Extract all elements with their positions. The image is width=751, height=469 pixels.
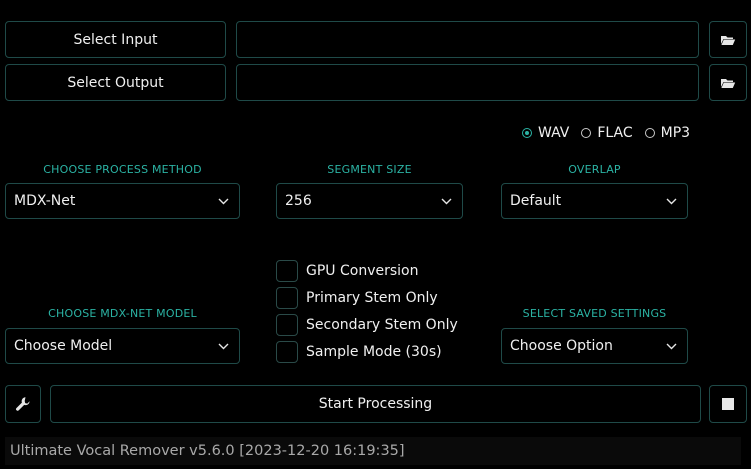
output-format-group: WAV FLAC MP3 [522, 125, 690, 141]
saved-settings-label: SELECT SAVED SETTINGS [522, 307, 667, 320]
chevron-down-icon [217, 340, 229, 352]
secondary-stem-only-checkbox[interactable]: Secondary Stem Only [276, 314, 458, 336]
browse-output-button[interactable] [709, 64, 747, 101]
format-flac-label: FLAC [597, 125, 633, 141]
input-path-field[interactable] [236, 21, 699, 58]
overlap-value: Default [510, 193, 562, 209]
primary-stem-only-checkbox[interactable]: Primary Stem Only [276, 287, 438, 309]
sample-mode-label: Sample Mode (30s) [306, 344, 442, 360]
status-bar: Ultimate Vocal Remover v5.6.0 [2023-12-2… [5, 437, 741, 465]
format-mp3-radio[interactable]: MP3 [644, 125, 691, 141]
chevron-down-icon [665, 340, 677, 352]
segment-size-select[interactable]: 256 [276, 183, 463, 219]
start-processing-button[interactable]: Start Processing [50, 385, 701, 423]
segment-size-value: 256 [285, 193, 312, 209]
mdx-model-label: CHOOSE MDX-NET MODEL [48, 307, 197, 320]
browse-input-button[interactable] [709, 21, 747, 58]
chevron-down-icon [665, 195, 677, 207]
stop-button[interactable] [709, 385, 747, 423]
stop-icon [722, 398, 734, 410]
mdx-model-select[interactable]: Choose Model [5, 328, 240, 364]
checkbox-box [276, 287, 298, 309]
mdx-model-value: Choose Model [14, 338, 113, 354]
status-text: Ultimate Vocal Remover v5.6.0 [2023-12-2… [10, 443, 405, 459]
format-mp3-label: MP3 [660, 125, 691, 141]
saved-settings-select[interactable]: Choose Option [501, 328, 688, 364]
wrench-icon [16, 397, 30, 411]
radio-unselected-icon [581, 128, 592, 138]
secondary-stem-only-label: Secondary Stem Only [306, 317, 458, 333]
select-output-button[interactable]: Select Output [5, 64, 226, 101]
start-processing-label: Start Processing [318, 396, 433, 412]
process-method-select[interactable]: MDX-Net [5, 183, 240, 219]
sample-mode-checkbox[interactable]: Sample Mode (30s) [276, 341, 442, 363]
checkbox-box [276, 341, 298, 363]
output-path-field[interactable] [236, 64, 699, 101]
gpu-conversion-label: GPU Conversion [306, 263, 419, 279]
process-method-label: CHOOSE PROCESS METHOD [43, 163, 202, 176]
process-method-value: MDX-Net [14, 193, 76, 209]
settings-button[interactable] [5, 385, 41, 423]
select-output-label: Select Output [67, 74, 164, 91]
saved-settings-value: Choose Option [510, 338, 613, 354]
overlap-label: OVERLAP [568, 163, 621, 176]
select-input-button[interactable]: Select Input [5, 21, 226, 58]
primary-stem-only-label: Primary Stem Only [306, 290, 438, 306]
folder-open-icon [721, 35, 736, 45]
chevron-down-icon [217, 195, 229, 207]
chevron-down-icon [440, 195, 452, 207]
format-wav-radio[interactable]: WAV [522, 125, 569, 141]
radio-selected-icon [522, 128, 532, 138]
overlap-select[interactable]: Default [501, 183, 688, 219]
radio-unselected-icon [644, 128, 655, 138]
format-flac-radio[interactable]: FLAC [581, 125, 633, 141]
select-input-label: Select Input [73, 31, 158, 48]
checkbox-box [276, 314, 298, 336]
format-wav-label: WAV [538, 125, 570, 141]
segment-size-label: SEGMENT SIZE [327, 163, 412, 176]
folder-open-icon [721, 78, 736, 88]
checkbox-box [276, 260, 298, 282]
gpu-conversion-checkbox[interactable]: GPU Conversion [276, 260, 418, 282]
